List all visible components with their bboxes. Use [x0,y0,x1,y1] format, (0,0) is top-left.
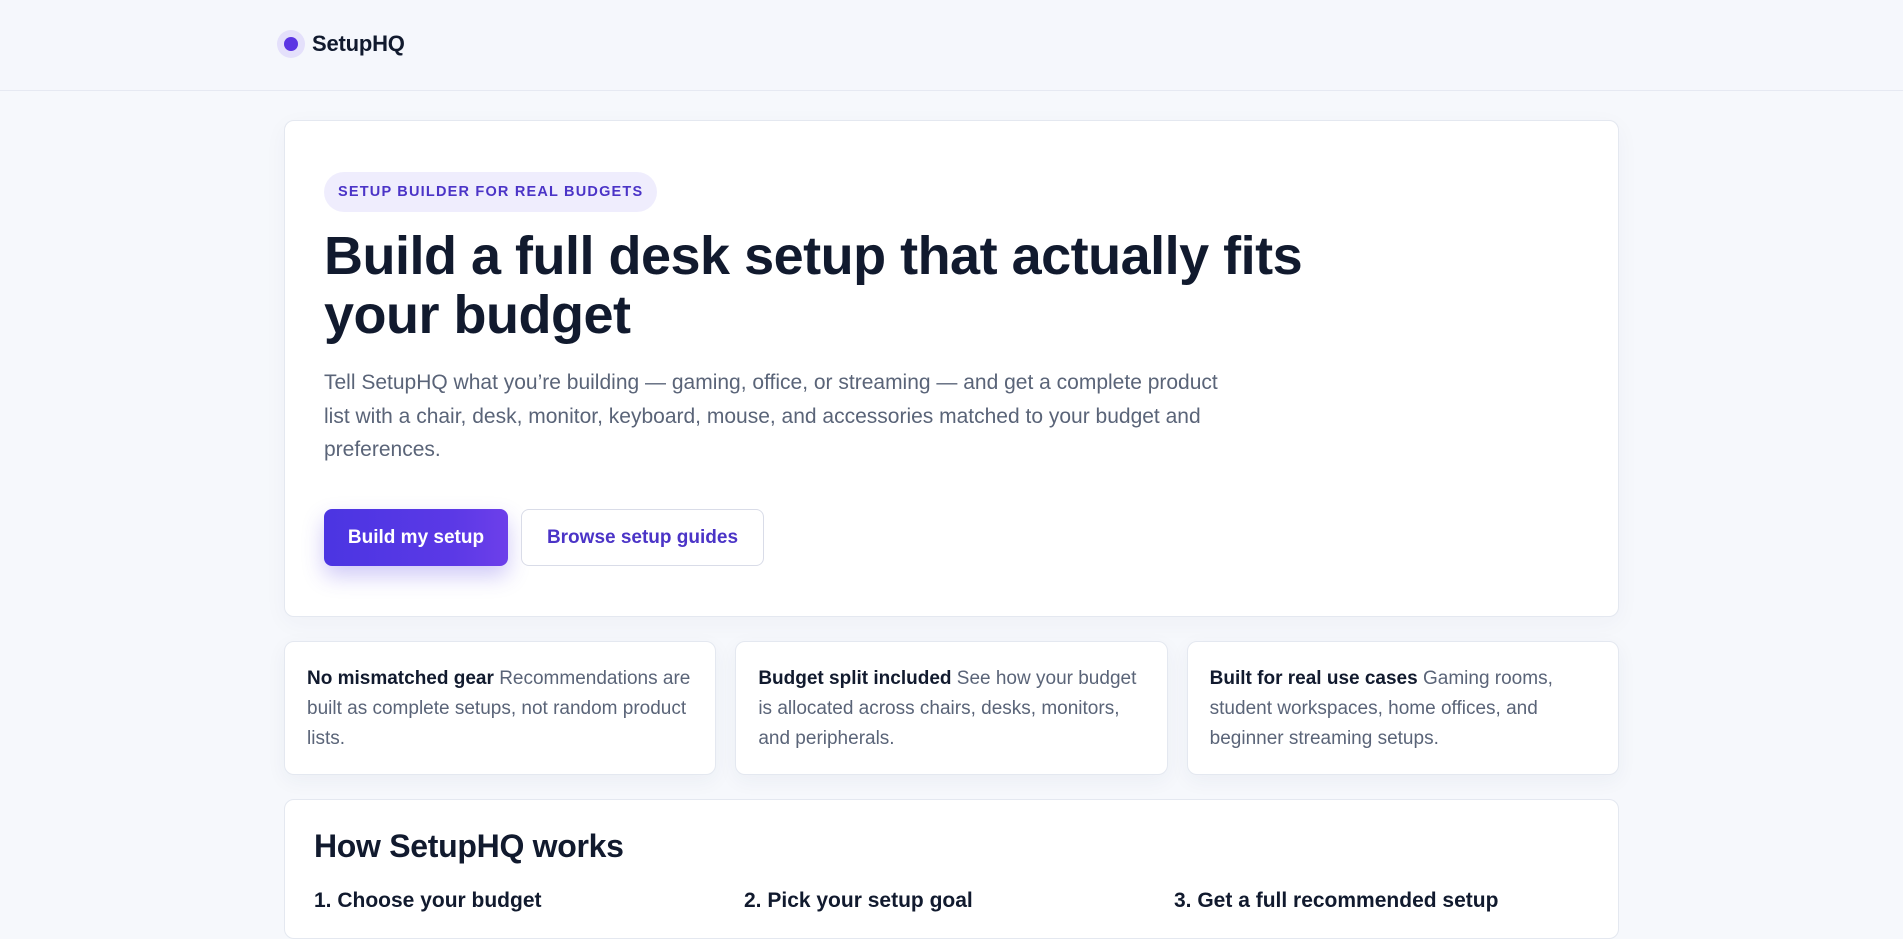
step-item: 1. Choose your budget [314,889,542,912]
feature-card: Budget split included See how your budge… [735,641,1168,775]
hero-card: SETUP BUILDER FOR REAL BUDGETS Build a f… [284,120,1619,617]
step-item: 2. Pick your setup goal [744,889,973,912]
brand-logo-link[interactable]: SetupHQ [277,30,405,58]
brand-name: SetupHQ [312,31,405,56]
hero-title: Build a full desk setup that actually fi… [324,226,1303,345]
build-my-setup-button[interactable]: Build my setup [324,509,508,566]
feature-title: Built for real use cases [1209,668,1418,689]
hero-subtitle: Tell SetupHQ what you’re building — gami… [324,371,1218,461]
section-title: How SetupHQ works [314,828,624,864]
steps-row: 1. Choose your budget 2. Pick your setup… [314,889,1604,913]
eyebrow-badge: SETUP BUILDER FOR REAL BUDGETS [324,172,658,212]
top-navigation-bar: SetupHQ [0,0,1903,91]
how-it-works-section: How SetupHQ works 1. Choose your budget … [284,799,1619,939]
brand-dot-icon [277,30,305,58]
feature-cards: No mismatched gear Recommendations are b… [284,641,1619,775]
browse-setup-guides-button[interactable]: Browse setup guides [521,509,764,566]
feature-card: Built for real use cases Gaming rooms, s… [1186,641,1619,775]
feature-title: Budget split included [758,668,952,689]
feature-title: No mismatched gear [307,668,494,689]
feature-card: No mismatched gear Recommendations are b… [284,641,717,775]
step-item: 3. Get a full recommended setup [1174,889,1499,912]
